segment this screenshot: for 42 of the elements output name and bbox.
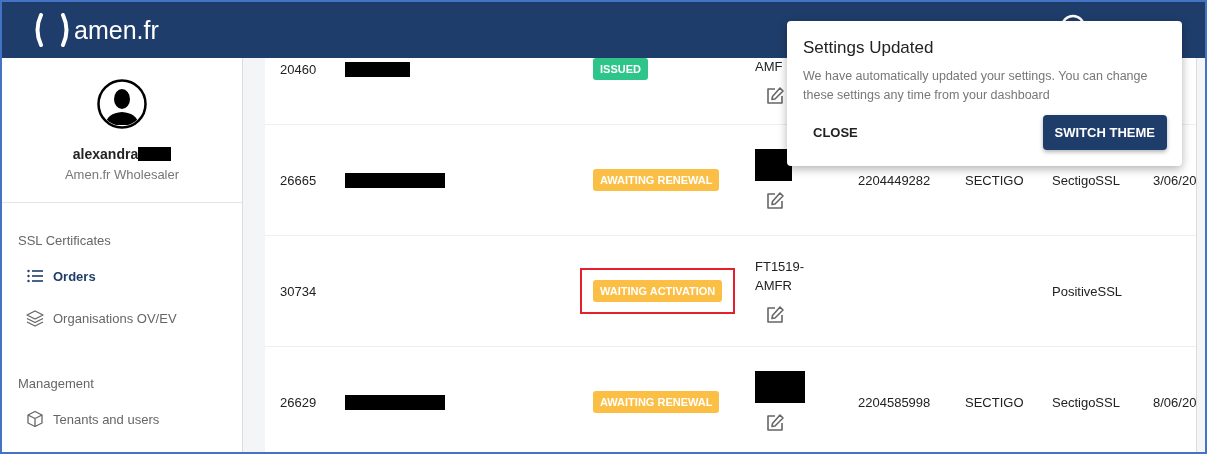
layers-icon xyxy=(26,309,44,327)
edit-icon[interactable] xyxy=(765,85,785,106)
table-cell: 8/06/20 xyxy=(1153,394,1196,410)
edit-icon[interactable] xyxy=(765,191,785,211)
logo-text: amen.fr xyxy=(74,15,159,45)
table-cell-text: SectigoSSL xyxy=(1051,394,1121,410)
order-id: 26629 xyxy=(279,394,318,410)
status-badge: ISSUED xyxy=(593,58,648,80)
user-avatar-icon xyxy=(97,79,147,129)
nav-item[interactable]: Organisations OV/EV xyxy=(18,304,242,332)
list-icon xyxy=(26,267,44,285)
edit-icon[interactable] xyxy=(765,305,785,325)
section-heading: Management xyxy=(18,376,95,391)
dialog-message: We have automatically updated your settings. You can change these settings any time from your dashboard xyxy=(803,68,1149,104)
redaction-mark xyxy=(138,147,172,161)
nav-item[interactable]: Tenants and users xyxy=(18,405,242,433)
table-cell-text: SECTIGO xyxy=(964,394,1025,410)
order-id: 30734 xyxy=(279,283,318,299)
table-cell-text: PositiveSSL xyxy=(1051,283,1124,299)
cube-icon xyxy=(26,410,44,428)
table-cell: 3/06/20 xyxy=(1153,172,1196,188)
table-cell-text: 2204449282 xyxy=(857,172,932,188)
table-cell-text: SectigoSSL xyxy=(1051,172,1121,188)
edit-icon[interactable] xyxy=(765,413,785,433)
order-id: 26665 xyxy=(279,172,318,188)
redaction-mark xyxy=(755,149,792,181)
dialog-title: Settings Updated xyxy=(803,38,935,58)
status-badge: AWAITING RENEWAL xyxy=(593,391,720,413)
status-badge: WAITING ACTIVATION xyxy=(593,280,723,302)
reference-text: FT1519- AMFR xyxy=(755,258,806,295)
table-cell-text: SECTIGO xyxy=(964,172,1025,188)
user-name: alexandra xyxy=(72,146,139,162)
user-role: Amen.fr Wholesaler xyxy=(64,167,180,182)
status-badge: AWAITING RENEWAL xyxy=(593,169,720,191)
nav-item[interactable]: Orders xyxy=(18,262,242,290)
section-heading: SSL Certificates xyxy=(18,233,112,248)
redaction-mark xyxy=(345,61,410,77)
table-cell-text: 2204585998 xyxy=(857,394,932,410)
order-id: 20460 xyxy=(279,61,318,77)
switch-theme-button[interactable]: SWITCH THEME xyxy=(1042,115,1167,150)
redaction-mark xyxy=(755,371,805,403)
close-button[interactable]: CLOSE xyxy=(803,117,868,148)
